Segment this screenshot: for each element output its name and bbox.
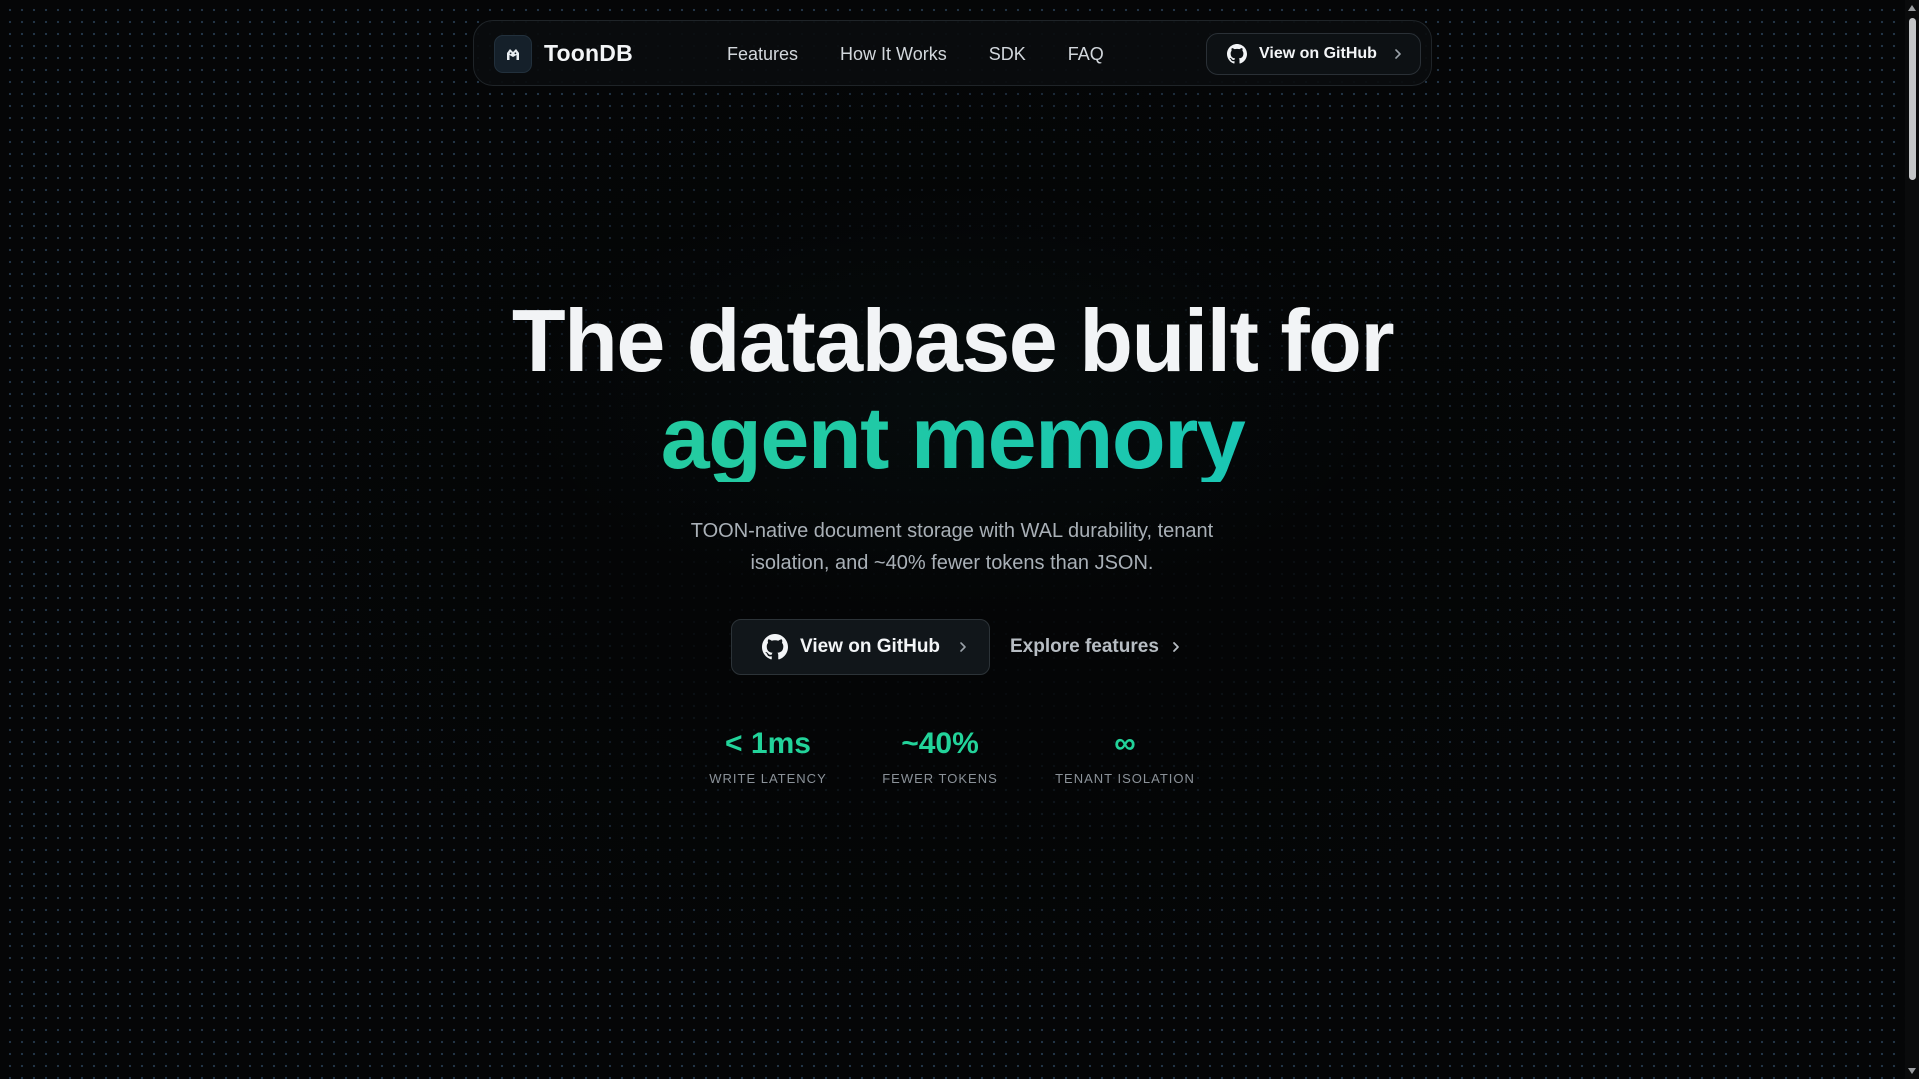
- stat-tenant-isolation: ∞ TENANT ISOLATION: [1035, 724, 1215, 786]
- github-icon: [762, 634, 788, 660]
- scroll-up-arrow-icon[interactable]: [1908, 5, 1916, 11]
- hero-subtitle: TOON-native document storage with WAL du…: [690, 520, 1214, 574]
- brand-name[interactable]: ToonDB: [544, 40, 633, 67]
- github-icon: [1227, 44, 1247, 64]
- hero-headline-line2: agent memory: [0, 394, 1905, 482]
- stat-value: < 1ms: [725, 727, 811, 760]
- stat-label: FEWER TOKENS: [882, 771, 998, 786]
- explore-features-link[interactable]: Explore features: [1010, 636, 1181, 658]
- toon-logo-icon[interactable]: [494, 35, 532, 73]
- scroll-down-arrow-icon[interactable]: [1908, 1068, 1916, 1074]
- vertical-scrollbar[interactable]: [1905, 0, 1919, 1079]
- hero-headline-line1: The database built for: [511, 291, 1395, 390]
- stat-label: TENANT ISOLATION: [1055, 771, 1195, 786]
- chevron-right-icon: [1395, 49, 1401, 59]
- stat-value: ~40%: [901, 727, 979, 760]
- view-on-github-label: View on GitHub: [800, 636, 941, 657]
- nav-links: Features How It Works SDK FAQ: [727, 44, 1146, 65]
- stat-label: WRITE LATENCY: [709, 771, 827, 786]
- stat-value: ∞: [1114, 727, 1136, 760]
- nav-github-label: View on GitHub: [1259, 45, 1377, 62]
- stat-fewer-tokens: ~40% FEWER TOKENS: [850, 724, 1030, 786]
- nav-link-faq[interactable]: FAQ: [1068, 44, 1104, 65]
- navbar: ToonDB Features How It Works SDK FAQ Vie…: [473, 20, 1432, 86]
- nav-link-sdk[interactable]: SDK: [989, 44, 1026, 65]
- view-on-github-button[interactable]: View on GitHub: [731, 619, 990, 675]
- scroll-thumb[interactable]: [1909, 18, 1916, 180]
- nav-link-features[interactable]: Features: [727, 44, 798, 65]
- chevron-right-icon: [960, 642, 966, 652]
- nav-github-button[interactable]: View on GitHub: [1206, 33, 1421, 75]
- nav-link-how-it-works[interactable]: How It Works: [840, 44, 947, 65]
- stat-write-latency: < 1ms WRITE LATENCY: [678, 724, 858, 786]
- explore-features-label: Explore features: [1010, 636, 1159, 657]
- chevron-right-icon: [1173, 642, 1179, 652]
